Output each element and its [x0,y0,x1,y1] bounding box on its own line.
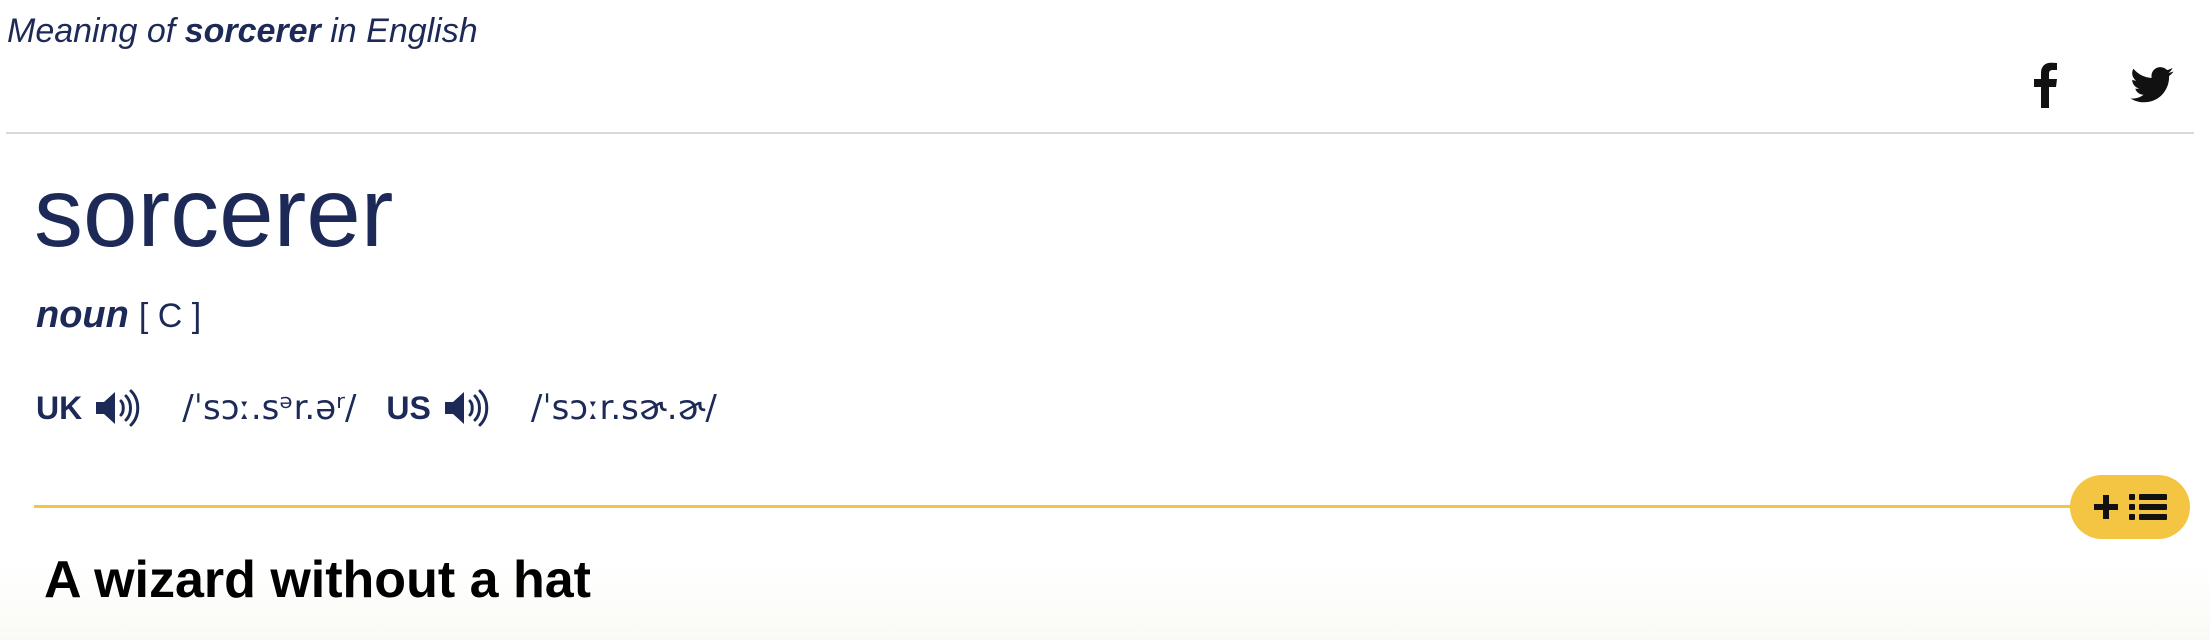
part-of-speech-line: noun[ C ] [36,292,201,339]
grammar-code: [ C ] [138,297,202,335]
heading-prefix: Meaning of [7,12,185,50]
facebook-share-button[interactable] [2025,58,2065,112]
plus-icon [2094,495,2118,519]
page-heading: Meaning of sorcerer in English [7,12,478,51]
facebook-icon [2034,62,2057,108]
speaker-icon [444,389,489,427]
heading-suffix: in English [320,12,478,50]
header-divider [6,132,2194,134]
heading-headword: sorcerer [184,12,321,50]
twitter-share-button[interactable] [2128,58,2176,112]
us-region-label: US [386,389,431,426]
meme-caption: A wizard without a hat [44,551,591,609]
pronunciation-row: UK /ˈsɔː.sᵊr.əʳ/ US /ˈsɔːr.sɚ.ɚ/ [36,380,717,436]
uk-region-label: UK [36,389,83,426]
add-to-word-list-button[interactable] [2070,475,2190,539]
speaker-icon [96,389,140,427]
uk-audio-button[interactable] [94,389,140,427]
entry-headword: sorcerer [34,157,394,267]
part-of-speech: noun [36,294,129,336]
us-audio-button[interactable] [443,389,489,427]
uk-ipa: /ˈsɔː.sᵊr.əʳ/ [182,388,357,428]
twitter-icon [2130,67,2174,103]
list-icon [2129,494,2167,520]
us-ipa: /ˈsɔːr.sɚ.ɚ/ [530,388,717,428]
entry-divider [34,505,2094,508]
